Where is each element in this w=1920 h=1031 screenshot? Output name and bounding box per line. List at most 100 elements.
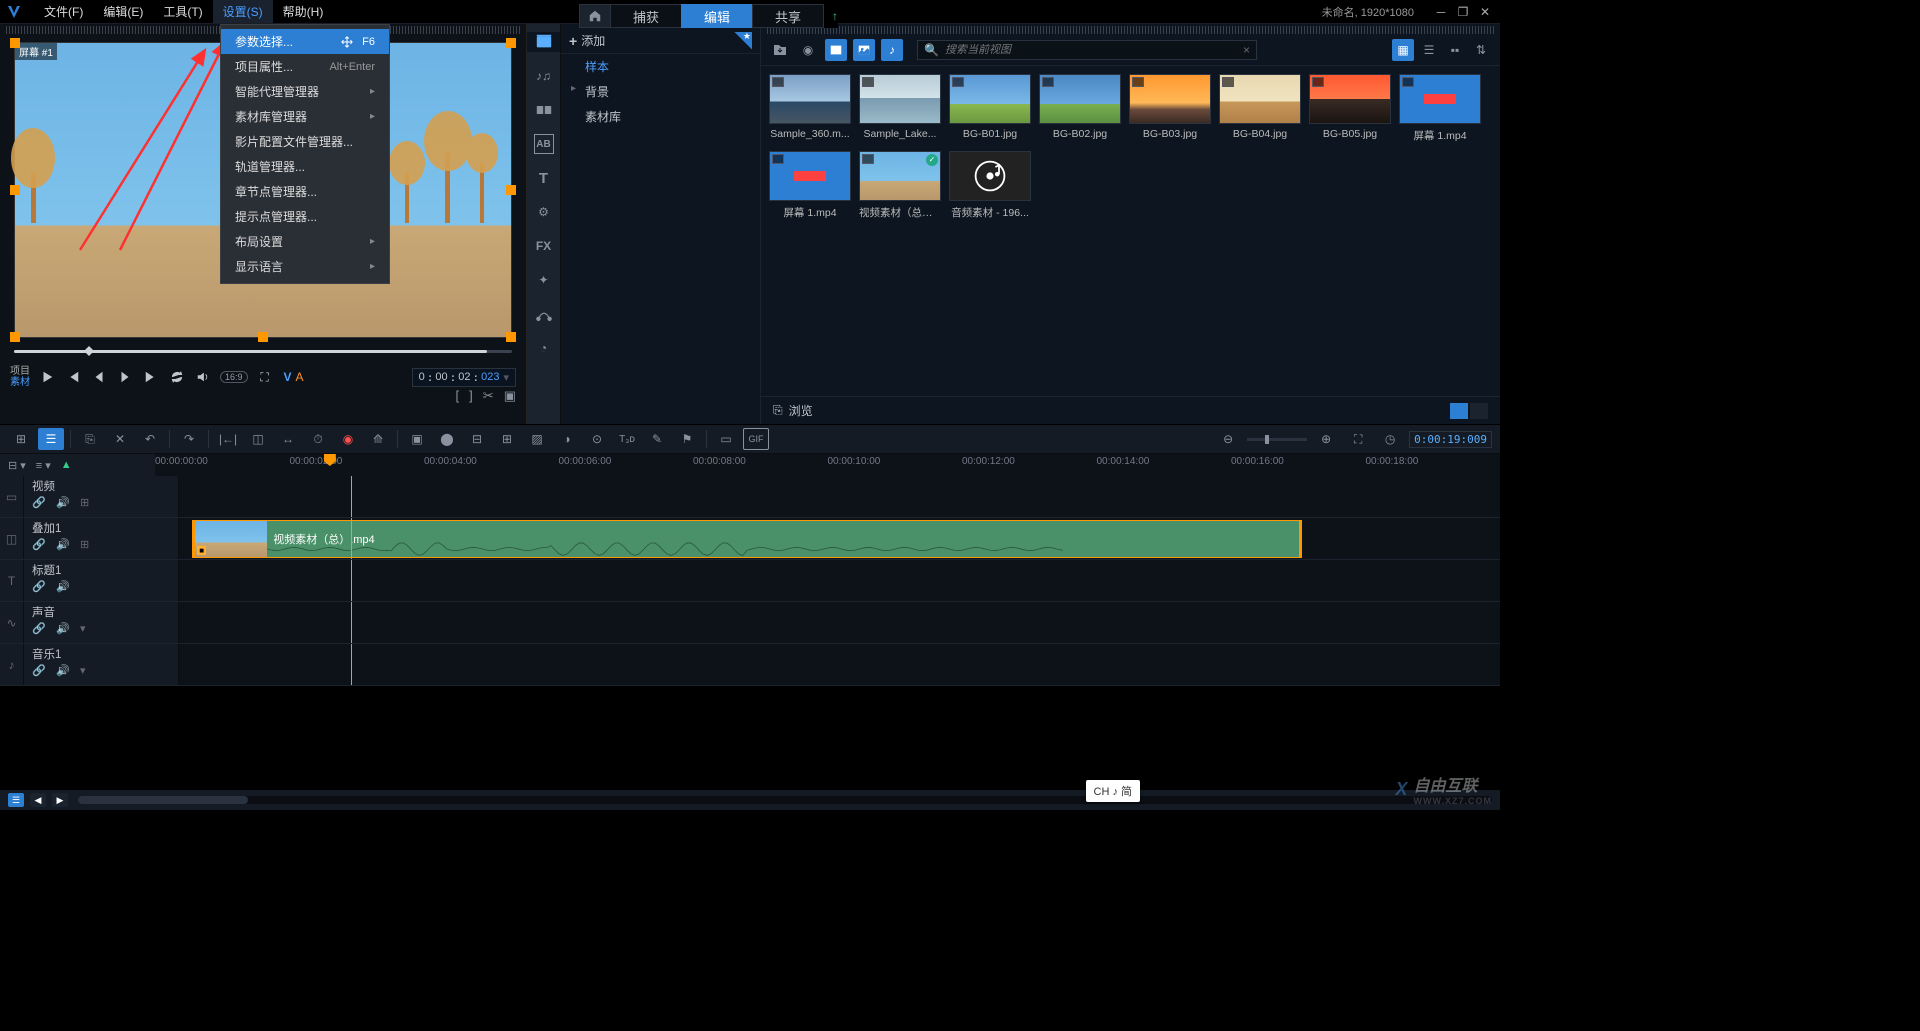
chapter-icon[interactable]: ▭ bbox=[713, 428, 739, 450]
pan-icon[interactable]: ▨ bbox=[524, 428, 550, 450]
motion-icon[interactable]: ⊙ bbox=[584, 428, 610, 450]
thumbnail[interactable]: BG-B01.jpg bbox=[949, 74, 1031, 143]
split-icon[interactable]: ✂ bbox=[483, 388, 494, 404]
search-box[interactable]: 🔍 × bbox=[917, 40, 1257, 60]
text-icon[interactable]: T bbox=[534, 168, 554, 188]
thumbnail[interactable]: 音频素材 - 196... bbox=[949, 151, 1031, 220]
maximize-button[interactable]: ❐ bbox=[1456, 5, 1470, 19]
subtitle-icon[interactable]: ✎ bbox=[644, 428, 670, 450]
timeline-ruler[interactable]: 00:00:00:0000:00:02:0000:00:04:0000:00:0… bbox=[155, 454, 1500, 476]
track-link-icon[interactable]: 🔗 bbox=[32, 622, 46, 636]
menu-file[interactable]: 文件(F) bbox=[34, 0, 93, 23]
preview-timecode[interactable]: 0:00:02:023 ▾ bbox=[412, 368, 516, 387]
transition-icon[interactable] bbox=[534, 100, 554, 120]
crop-icon[interactable]: ◫ bbox=[245, 428, 271, 450]
horizontal-scrollbar[interactable] bbox=[78, 796, 1492, 804]
track-body[interactable] bbox=[179, 644, 1500, 685]
record-icon[interactable]: ◉ bbox=[797, 39, 819, 61]
ruler-collapse-icon[interactable]: ⊟ ▾ bbox=[8, 459, 26, 472]
track-body[interactable] bbox=[179, 476, 1500, 517]
marker-icon[interactable]: ⚑ bbox=[674, 428, 700, 450]
capture-icon[interactable]: ▣ bbox=[404, 428, 430, 450]
filter-photo-icon[interactable] bbox=[853, 39, 875, 61]
track-body[interactable] bbox=[179, 602, 1500, 643]
trim-icon[interactable]: ↔ bbox=[275, 428, 301, 450]
preview-scrubber[interactable] bbox=[14, 350, 512, 358]
track-type-icon[interactable]: T bbox=[0, 560, 24, 601]
undo-icon[interactable]: ↶ bbox=[137, 428, 163, 450]
speed-icon[interactable]: ⏱ bbox=[305, 428, 331, 450]
title-icon[interactable]: AB bbox=[534, 134, 554, 154]
dd-library-mgr[interactable]: 素材库管理器 bbox=[221, 104, 389, 129]
tab-capture[interactable]: 捕获 bbox=[610, 4, 682, 28]
menu-tools[interactable]: 工具(T) bbox=[153, 0, 212, 23]
grid-icon[interactable]: ⊞ bbox=[494, 428, 520, 450]
close-button[interactable]: ✕ bbox=[1478, 5, 1492, 19]
audio-icon[interactable]: ♪♫ bbox=[534, 66, 554, 86]
panel-tab[interactable] bbox=[1470, 403, 1488, 419]
prev-frame-button[interactable] bbox=[90, 368, 108, 386]
track-type-icon[interactable]: ▭ bbox=[0, 476, 24, 517]
track-grid-icon[interactable]: ⊞ bbox=[80, 496, 94, 510]
preview-mode-label[interactable]: 项目 素材 bbox=[10, 366, 30, 388]
track-body[interactable]: ■视频素材（总）.mp4 bbox=[179, 518, 1500, 559]
menu-help[interactable]: 帮助(H) bbox=[273, 0, 334, 23]
volume-button[interactable] bbox=[194, 368, 212, 386]
timeline-view-icon[interactable]: ☰ bbox=[38, 428, 64, 450]
track-link-icon[interactable]: 🔗 bbox=[32, 580, 46, 594]
dd-preferences[interactable]: 参数选择... F6 bbox=[221, 29, 389, 54]
resize-handle[interactable] bbox=[506, 332, 516, 342]
copy-icon[interactable]: ⎘ bbox=[77, 428, 103, 450]
track-link-icon[interactable]: 🔗 bbox=[32, 496, 46, 510]
gear-icon[interactable]: ⚙ bbox=[534, 202, 554, 222]
3d-title-icon[interactable]: T₃ᴅ bbox=[614, 428, 640, 450]
track-vol-icon[interactable]: 🔊 bbox=[56, 580, 70, 594]
panel-tab[interactable] bbox=[1450, 403, 1468, 419]
upload-icon[interactable]: ↑ bbox=[832, 9, 838, 23]
multi-icon[interactable]: ⊟ bbox=[464, 428, 490, 450]
thumbnail[interactable]: 屏幕 1.mp4 bbox=[1399, 74, 1481, 143]
track-vol-icon[interactable]: 🔊 bbox=[56, 496, 70, 510]
thumbnail[interactable]: BG-B02.jpg bbox=[1039, 74, 1121, 143]
track-body[interactable] bbox=[179, 560, 1500, 601]
tree-item[interactable]: ▸背景 bbox=[561, 79, 760, 104]
track-expand-icon[interactable]: ▾ bbox=[80, 664, 94, 678]
dd-cue-mgr[interactable]: 提示点管理器... bbox=[221, 204, 389, 229]
zoom-fit-icon[interactable]: ⛶ bbox=[1345, 428, 1371, 450]
storyboard-view-icon[interactable]: ⊞ bbox=[8, 428, 34, 450]
resize-handle[interactable] bbox=[506, 185, 516, 195]
home-tab[interactable] bbox=[579, 4, 611, 28]
browse-icon[interactable]: ⎘ bbox=[773, 403, 783, 418]
variate-icon[interactable]: ⟰ bbox=[365, 428, 391, 450]
filter-video-icon[interactable] bbox=[825, 39, 847, 61]
track-type-icon[interactable]: ♪ bbox=[0, 644, 24, 685]
snapshot-icon[interactable]: ▣ bbox=[504, 388, 516, 404]
track-expand-icon[interactable]: ▾ bbox=[80, 622, 94, 636]
reverse-icon[interactable]: ◉ bbox=[335, 428, 361, 450]
tools-icon[interactable]: ✕ bbox=[107, 428, 133, 450]
resize-handle[interactable] bbox=[258, 332, 268, 342]
dd-track-mgr[interactable]: 轨道管理器... bbox=[221, 154, 389, 179]
dd-language[interactable]: 显示语言 bbox=[221, 254, 389, 279]
loop-button[interactable] bbox=[168, 368, 186, 386]
goto-start-button[interactable] bbox=[64, 368, 82, 386]
zoom-in-icon[interactable]: ⊕ bbox=[1313, 428, 1339, 450]
zoom-slider[interactable] bbox=[1247, 438, 1307, 441]
dd-smart-proxy[interactable]: 智能代理管理器 bbox=[221, 79, 389, 104]
zoom-out-icon[interactable]: ⊖ bbox=[1215, 428, 1241, 450]
expand-button[interactable]: ⛶ bbox=[256, 368, 274, 386]
favorite-corner-icon[interactable] bbox=[734, 32, 752, 50]
track-link-icon[interactable]: 🔗 bbox=[32, 538, 46, 552]
markin-icon[interactable]: |←| bbox=[215, 428, 241, 450]
resize-handle[interactable] bbox=[10, 332, 20, 342]
filter-audio-icon[interactable]: ♪ bbox=[881, 39, 903, 61]
path-icon[interactable] bbox=[534, 304, 554, 324]
thumbnail[interactable]: Sample_360.m... bbox=[769, 74, 851, 143]
browse-label[interactable]: 浏览 bbox=[789, 402, 813, 419]
track-grid-icon[interactable]: ⊞ bbox=[80, 538, 94, 552]
panel-grip[interactable] bbox=[767, 26, 1494, 34]
search-input[interactable] bbox=[945, 44, 1237, 56]
track-vol-icon[interactable]: 🔊 bbox=[56, 538, 70, 552]
import-icon[interactable] bbox=[769, 39, 791, 61]
next-frame-button[interactable] bbox=[116, 368, 134, 386]
